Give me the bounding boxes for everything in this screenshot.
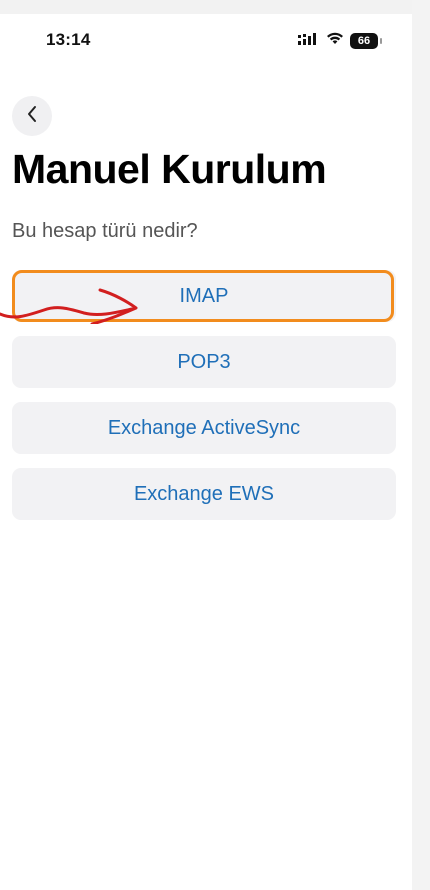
account-type-question: Bu hesap türü nedir? — [12, 220, 198, 242]
option-imap[interactable]: IMAP — [12, 270, 396, 322]
page-title: Manuel Kurulum — [12, 146, 327, 192]
option-label: IMAP — [179, 284, 229, 307]
option-label: Exchange EWS — [133, 482, 275, 505]
chevron-left-icon — [26, 105, 38, 128]
battery-level: 66 — [357, 35, 371, 47]
option-exchange-activesync[interactable]: Exchange ActiveSync — [12, 402, 396, 454]
wifi-icon — [326, 32, 344, 50]
option-label: POP3 — [177, 350, 231, 373]
back-button[interactable] — [12, 96, 52, 136]
phone-screen: 13:14 66 Manuel Kurulum Bu hesap türü ne… — [0, 14, 412, 890]
option-pop3[interactable]: POP3 — [12, 336, 396, 388]
battery-tip — [380, 38, 382, 44]
status-bar: 13:14 66 — [0, 14, 412, 68]
status-time: 13:14 — [46, 30, 91, 49]
screen-margin — [412, 0, 430, 890]
status-icons: 66 — [298, 32, 382, 50]
cellular-signal-icon — [298, 32, 320, 50]
option-exchange-ews[interactable]: Exchange EWS — [12, 468, 396, 520]
battery-icon: 66 — [350, 33, 378, 49]
option-label: Exchange ActiveSync — [107, 416, 301, 439]
